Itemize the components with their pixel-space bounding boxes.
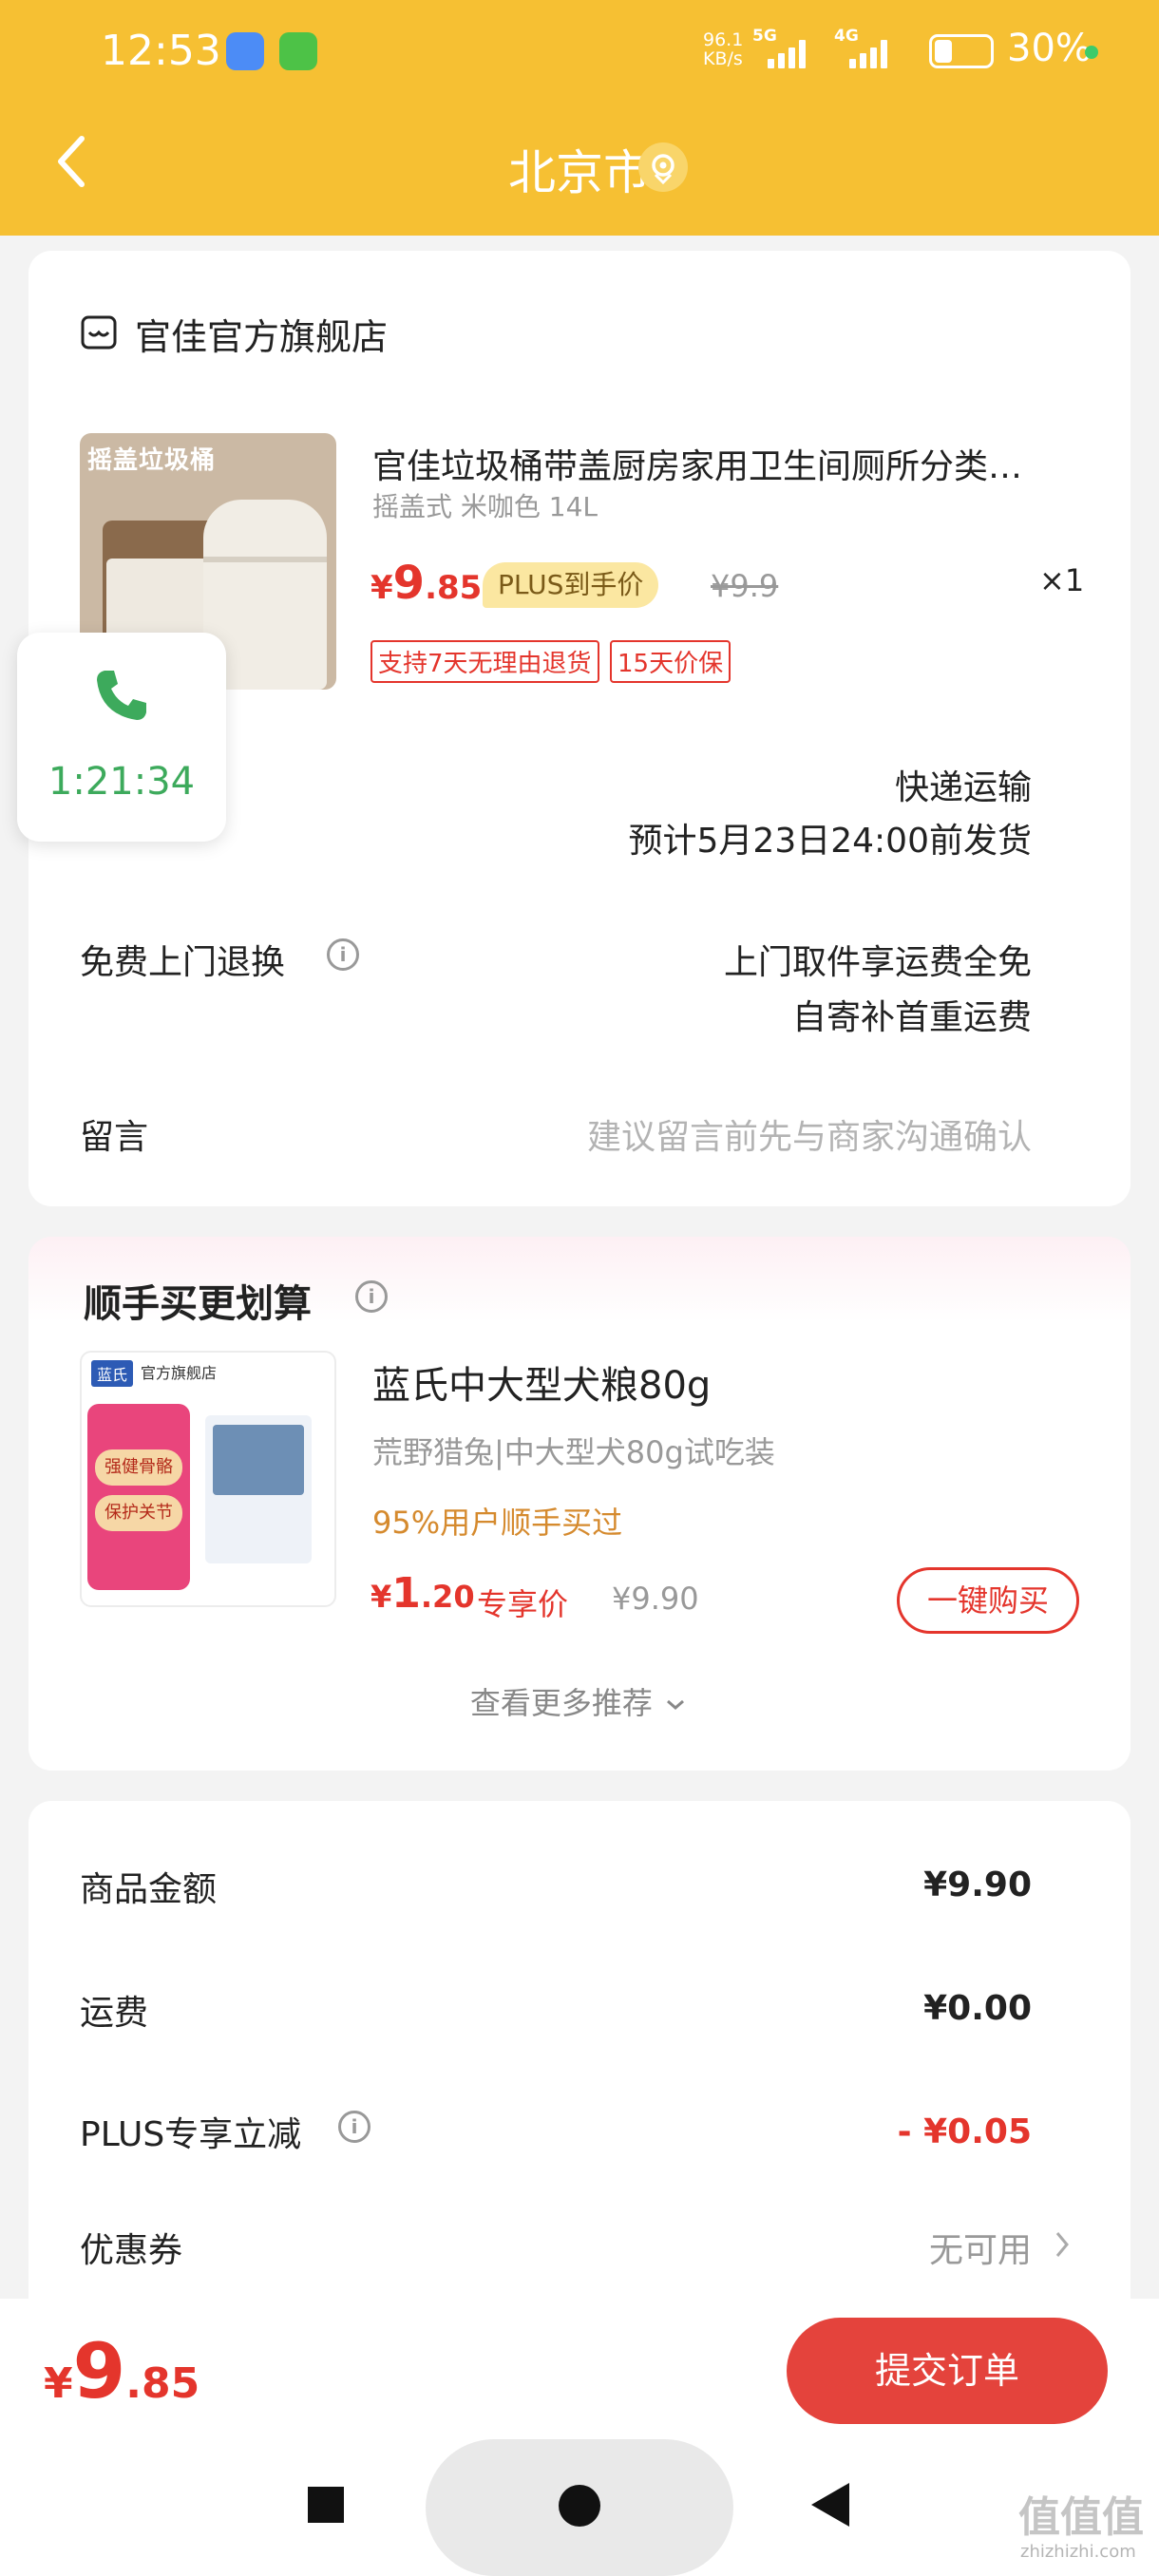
- quantity: ×1: [1039, 562, 1085, 598]
- price-dec: .85: [425, 569, 483, 607]
- addon-section-title: 顺手买更划算: [84, 1282, 312, 1326]
- return-service-label: 免费上门退换: [80, 943, 286, 982]
- addon-price-int: 1: [391, 1569, 421, 1618]
- net-speed-value: 96.1: [703, 29, 744, 50]
- battery-percent: 30%: [1007, 27, 1092, 70]
- shipping-fee-value: ¥0.00: [923, 1989, 1032, 2028]
- store-name[interactable]: 官佳官方旗舰店: [135, 308, 388, 360]
- info-icon[interactable]: i: [327, 938, 359, 971]
- note-label: 留言: [80, 1118, 149, 1157]
- addon-img-rabbit: [213, 1425, 304, 1495]
- watermark-logo: 值值值: [1018, 2493, 1144, 2542]
- addon-img-store: 官方旗舰店: [141, 1364, 218, 1382]
- shipping-fee-label: 运费: [80, 1994, 149, 2033]
- see-more-link[interactable]: 查看更多推荐: [0, 1679, 1159, 1723]
- addon-title[interactable]: 蓝氏中大型犬粮80g: [372, 1354, 711, 1410]
- total-dec: .85: [125, 2359, 200, 2408]
- addon-img-label1: 强健骨骼: [95, 1449, 182, 1486]
- location-pin-icon[interactable]: [638, 142, 688, 192]
- call-timer: 1:21:34: [48, 760, 196, 804]
- addon-img-label2: 保护关节: [95, 1495, 182, 1531]
- info-icon[interactable]: i: [338, 2111, 370, 2143]
- submit-order-button[interactable]: 提交订单: [787, 2318, 1108, 2424]
- note-input[interactable]: 建议留言前先与商家沟通确认: [587, 1109, 1032, 1159]
- net-speed-unit: KB/s: [703, 48, 743, 69]
- addon-price: ¥1.20: [370, 1569, 475, 1618]
- recents-nav-icon[interactable]: [308, 2487, 344, 2523]
- addon-img-brand: 蓝氏: [91, 1360, 134, 1387]
- signal-4g-icon: [849, 38, 887, 68]
- store-icon: [81, 315, 117, 350]
- goods-amount-value: ¥9.90: [923, 1866, 1032, 1904]
- plus-price-badge: PLUS到手价: [483, 562, 659, 608]
- addon-price-symbol: ¥: [370, 1579, 392, 1615]
- return-policy-tag: 支持7天无理由退货: [370, 640, 599, 683]
- price-symbol: ¥: [370, 569, 393, 607]
- signal-5g-icon: [768, 38, 806, 68]
- coupon-label: 优惠券: [80, 2231, 183, 2270]
- product-image-caption: 摇盖垃圾桶: [87, 446, 217, 475]
- bin-white-rim: [203, 557, 327, 562]
- product-spec[interactable]: 摇盖式 米咖色 14L: [372, 486, 598, 524]
- status-time: 12:53: [101, 27, 221, 75]
- total-price: ¥9.85: [44, 2327, 200, 2415]
- original-price: ¥9.9: [711, 568, 779, 604]
- wechat-notification-icon: [279, 32, 317, 70]
- price-protect-tag: 15天价保: [610, 640, 732, 683]
- chevron-down-icon: [667, 1699, 685, 1710]
- coupon-value[interactable]: 无可用: [929, 2223, 1032, 2272]
- chevron-right-icon[interactable]: [1053, 2228, 1072, 2261]
- addon-original-price: ¥9.90: [612, 1581, 699, 1617]
- price-int: 9: [392, 557, 426, 610]
- addon-image[interactable]: 蓝氏 官方旗舰店 强健骨骼 保护关节: [80, 1351, 336, 1607]
- total-symbol: ¥: [44, 2359, 73, 2408]
- product-title[interactable]: 官佳垃圾桶带盖厨房家用卫生间厕所分类…: [372, 439, 1022, 488]
- call-overlay[interactable]: 1:21:34: [17, 633, 226, 842]
- phone-icon: [97, 671, 146, 720]
- shipping-eta: 预计5月23日24:00前发货: [628, 822, 1032, 861]
- return-service-line1: 上门取件享运费全免: [723, 943, 1032, 982]
- battery-level: [935, 40, 952, 63]
- back-nav-icon[interactable]: [809, 2481, 851, 2529]
- total-int: 9: [72, 2327, 126, 2415]
- plus-discount-label: PLUS专享立减: [80, 2115, 302, 2154]
- charging-dot: [1085, 46, 1098, 59]
- watermark-url: zhizhizhi.com: [1020, 2542, 1136, 2562]
- addon-social-proof: 95%用户顺手买过: [372, 1505, 623, 1541]
- goods-amount-label: 商品金额: [80, 1870, 218, 1909]
- addon-price-dec: .20: [420, 1579, 475, 1615]
- home-nav-icon[interactable]: [559, 2485, 600, 2527]
- see-more-label: 查看更多推荐: [469, 1685, 653, 1721]
- addon-subtitle: 荒野猎兔|中大型犬80g试吃装: [372, 1434, 775, 1470]
- info-icon[interactable]: i: [355, 1280, 388, 1313]
- return-service-line2: 自寄补首重运费: [791, 998, 1032, 1037]
- plus-discount-value: - ¥0.05: [897, 2112, 1032, 2151]
- app-notification-icon: [226, 32, 264, 70]
- addon-price-label: 专享价: [477, 1586, 569, 1622]
- net-speed: 96.1 KB/s: [703, 30, 743, 68]
- product-price: ¥9.85: [370, 557, 482, 610]
- shipping-method[interactable]: 快递运输: [895, 760, 1032, 809]
- one-click-buy-button[interactable]: 一键购买: [897, 1567, 1079, 1634]
- page-title: 北京市: [508, 145, 651, 200]
